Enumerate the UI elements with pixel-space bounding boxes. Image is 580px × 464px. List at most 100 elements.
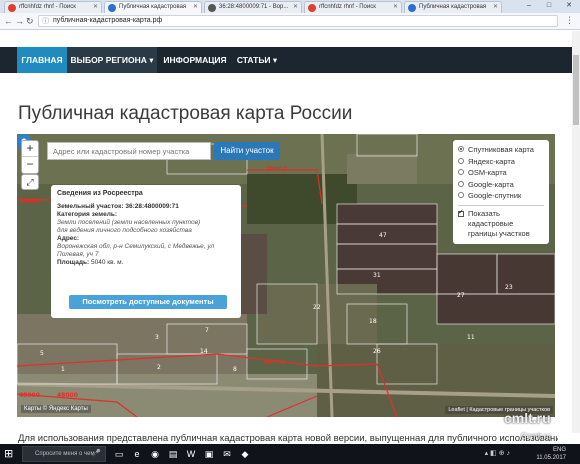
cadastral-map[interactable]: 47 31 23 27 22 11 18 14 3 5 1 26 7 8 2 4… bbox=[17, 134, 555, 417]
show-boundaries-checkbox[interactable]: Показать кадастровые границы участков bbox=[458, 208, 544, 239]
find-parcel-button[interactable]: Найти участок bbox=[214, 142, 280, 160]
tab-label: rffcnhfdz rhnf - Поиск bbox=[19, 4, 76, 10]
system-tray-icons[interactable]: ▴ ◧ ⊕ ♪ bbox=[485, 449, 510, 457]
parcel-label: Земельный участок: bbox=[57, 203, 124, 210]
url-text: публичная-кадастровая-карта.рф bbox=[53, 17, 163, 24]
close-tab-icon[interactable]: ✕ bbox=[393, 2, 398, 13]
category-value: для ведения личного подсобного хозяйства bbox=[57, 227, 192, 234]
app-icon[interactable]: ◆ bbox=[238, 447, 252, 461]
layer-option-google-map[interactable]: Google-карта bbox=[458, 179, 544, 191]
parcel-number: 27 bbox=[457, 292, 465, 299]
explorer-icon[interactable]: ▤ bbox=[166, 447, 180, 461]
maximize-button[interactable]: □ bbox=[540, 0, 558, 12]
taskbar-search-text: Спросите меня о чем-нибудь bbox=[35, 451, 97, 457]
parcel-number-value: 36:28:4800009:71 bbox=[125, 203, 179, 210]
browser-tab-5[interactable]: Публичная кадастровая ✕ bbox=[404, 1, 502, 13]
pdf-icon[interactable]: ▣ bbox=[202, 447, 216, 461]
browser-tab-3[interactable]: 36:28:4800009:71 - Вор... ✕ bbox=[204, 1, 302, 13]
favicon-icon bbox=[208, 4, 216, 12]
nav-item-articles[interactable]: СТАТЬИ ▾ bbox=[233, 47, 281, 73]
windows-start-icon[interactable]: ⊞ bbox=[4, 448, 13, 460]
system-clock[interactable]: 11.05.2017 bbox=[536, 454, 566, 462]
language-indicator[interactable]: ENG bbox=[536, 446, 566, 454]
task-view-icon[interactable]: ▭ bbox=[112, 447, 126, 461]
nav-item-region[interactable]: ВЫБОР РЕГИОНА ▾ bbox=[67, 47, 157, 73]
nav-item-info[interactable]: ИНФОРМАЦИЯ bbox=[160, 47, 230, 73]
taskbar-search[interactable]: Спросите меня о чем-нибудь 🎤 bbox=[22, 446, 106, 462]
system-tray[interactable]: ENG 11.05.2017 bbox=[536, 446, 566, 462]
forward-arrow-icon[interactable]: → bbox=[15, 15, 24, 27]
parcel-number: 47 bbox=[379, 232, 387, 239]
parcel-number: 31 bbox=[373, 272, 381, 279]
area-label: Площадь: bbox=[57, 259, 90, 266]
back-arrow-icon[interactable]: ← bbox=[4, 15, 13, 27]
browser-tab-2[interactable]: Публичная кадастровая ✕ bbox=[104, 1, 202, 13]
cadastral-quarter-label: 48000 bbox=[19, 392, 40, 399]
parcel-number: 2 bbox=[157, 364, 161, 371]
close-tab-icon[interactable]: ✕ bbox=[93, 2, 98, 13]
edge-icon[interactable]: e bbox=[130, 447, 144, 461]
layer-label: Яндекс-карта bbox=[468, 156, 515, 166]
scrollbar-thumb[interactable] bbox=[573, 55, 579, 125]
zoom-in-button[interactable]: + bbox=[22, 141, 38, 157]
fullscreen-button[interactable]: ⤢ bbox=[21, 174, 39, 190]
word-icon[interactable]: W bbox=[184, 447, 198, 461]
windows-taskbar: ⊞ Спросите меня о чем-нибудь 🎤 ▭ e ◉ ▤ W… bbox=[0, 444, 580, 464]
address-bar: ← → ↻ ⓘ публичная-кадастровая-карта.рф ⋮ bbox=[0, 13, 580, 30]
divider bbox=[458, 204, 544, 206]
layer-option-yandex[interactable]: Яндекс-карта bbox=[458, 156, 544, 168]
page-scrollbar[interactable] bbox=[572, 31, 580, 433]
search-input[interactable] bbox=[47, 142, 211, 160]
browser-tab-4[interactable]: rffcnhfdz rhnf - Поиск ✕ bbox=[304, 1, 402, 13]
category-value: Земли поселений (земли населенных пункто… bbox=[57, 219, 201, 226]
chrome-icon[interactable]: ◉ bbox=[148, 447, 162, 461]
radio-icon bbox=[458, 169, 464, 175]
radio-icon bbox=[458, 157, 464, 164]
parcel-number: 5 bbox=[40, 350, 44, 357]
microphone-icon[interactable]: 🎤 bbox=[92, 447, 101, 461]
layer-label: Спутниковая карта bbox=[468, 145, 534, 154]
layer-option-google-satellite[interactable]: Google-спутник bbox=[458, 190, 544, 202]
parcel-number: 23 bbox=[505, 284, 513, 291]
url-field[interactable]: ⓘ публичная-кадастровая-карта.рф bbox=[38, 15, 558, 27]
browser-menu-icon[interactable]: ⋮ bbox=[565, 15, 574, 26]
layer-label: Google-карта bbox=[468, 179, 514, 189]
close-tab-icon[interactable]: ✕ bbox=[193, 2, 198, 13]
parcel-number: 26 bbox=[373, 348, 381, 355]
cadastral-quarter-label: 48000 bbox=[266, 166, 287, 173]
reload-icon[interactable]: ↻ bbox=[26, 15, 34, 27]
checkbox-label: кадастровые bbox=[468, 218, 514, 228]
tab-label: 36:28:4800009:71 - Вор... bbox=[219, 4, 289, 10]
checkbox-icon bbox=[458, 208, 464, 218]
address-label: Адрес: bbox=[57, 235, 80, 242]
parcel-number: 14 bbox=[200, 348, 208, 355]
address-value: Полевая, уч 7 bbox=[57, 251, 99, 258]
category-label: Категория земель: bbox=[57, 211, 118, 218]
view-documents-button[interactable]: Посмотреть доступные документы bbox=[69, 295, 227, 309]
close-tab-icon[interactable]: ✕ bbox=[293, 2, 298, 13]
parcel-number: 8 bbox=[233, 366, 237, 373]
favicon-icon bbox=[408, 4, 416, 12]
close-tab-icon[interactable]: ✕ bbox=[493, 2, 498, 13]
page-title: Публичная кадастровая карта России bbox=[18, 103, 353, 124]
browser-tab-1[interactable]: rffcnhfdz rhnf - Поиск ✕ bbox=[4, 1, 102, 13]
parcel-number: 1 bbox=[61, 366, 65, 373]
zoom-out-button[interactable]: − bbox=[22, 157, 38, 173]
layer-option-satellite[interactable]: Спутниковая карта bbox=[458, 144, 544, 156]
address-value: Воронежская обл, р-н Семилукский, с Медв… bbox=[57, 243, 215, 250]
checkbox-label: границы участков bbox=[468, 228, 530, 238]
nav-item-home[interactable]: ГЛАВНАЯ bbox=[17, 47, 67, 73]
close-window-button[interactable]: ✕ bbox=[560, 0, 578, 12]
parcel-number: 18 bbox=[369, 318, 377, 325]
watermark: cmlt.ru bbox=[504, 410, 551, 426]
mail-icon[interactable]: ✉ bbox=[220, 447, 234, 461]
zoom-control: + − bbox=[21, 140, 39, 174]
page-info-icon[interactable]: ⓘ bbox=[42, 17, 49, 27]
tab-label: Публичная кадастровая bbox=[419, 4, 487, 10]
minimize-button[interactable]: – bbox=[520, 0, 538, 12]
parcel-number: 3 bbox=[155, 334, 159, 341]
radio-icon bbox=[458, 192, 464, 198]
cadastral-quarter-label: 48000 bbox=[57, 392, 78, 399]
layer-option-osm[interactable]: OSM-карта bbox=[458, 167, 544, 179]
browser-tab-bar: rffcnhfdz rhnf - Поиск ✕ Публичная кадас… bbox=[0, 0, 580, 13]
